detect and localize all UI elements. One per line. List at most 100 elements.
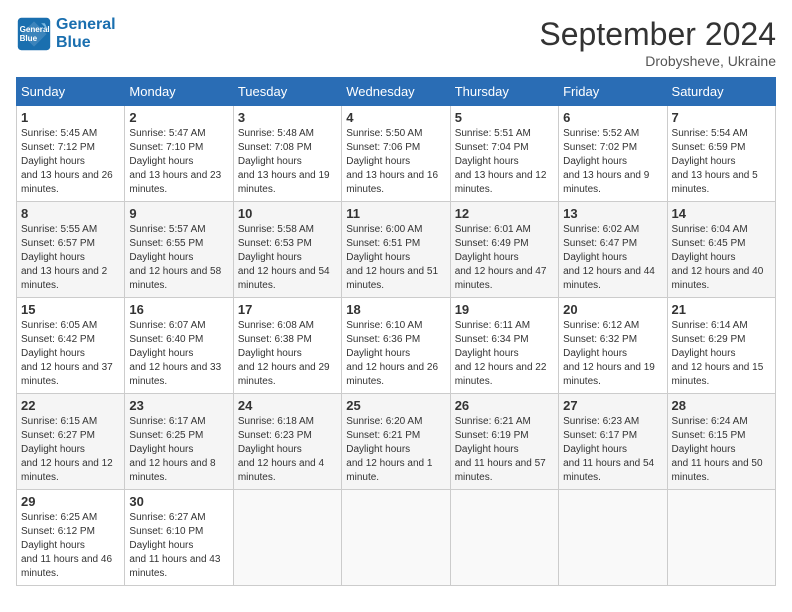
day-info: Sunrise: 6:01 AM Sunset: 6:49 PM Dayligh… bbox=[455, 223, 554, 293]
calendar-cell: 23 Sunrise: 6:17 AM Sunset: 6:25 PM Dayl… bbox=[125, 394, 233, 490]
day-info: Sunrise: 6:08 AM Sunset: 6:38 PM Dayligh… bbox=[238, 319, 337, 389]
day-number: 18 bbox=[346, 302, 445, 317]
day-info: Sunrise: 6:24 AM Sunset: 6:15 PM Dayligh… bbox=[672, 415, 771, 485]
day-info: Sunrise: 5:55 AM Sunset: 6:57 PM Dayligh… bbox=[21, 223, 120, 293]
day-info: Sunrise: 6:18 AM Sunset: 6:23 PM Dayligh… bbox=[238, 415, 337, 485]
day-number: 20 bbox=[563, 302, 662, 317]
day-number: 16 bbox=[129, 302, 228, 317]
logo-text-block: General Blue bbox=[56, 16, 116, 51]
day-info: Sunrise: 6:21 AM Sunset: 6:19 PM Dayligh… bbox=[455, 415, 554, 485]
calendar-cell: 12 Sunrise: 6:01 AM Sunset: 6:49 PM Dayl… bbox=[450, 202, 558, 298]
day-number: 26 bbox=[455, 398, 554, 413]
day-info: Sunrise: 5:47 AM Sunset: 7:10 PM Dayligh… bbox=[129, 127, 228, 197]
day-number: 19 bbox=[455, 302, 554, 317]
day-info: Sunrise: 6:23 AM Sunset: 6:17 PM Dayligh… bbox=[563, 415, 662, 485]
day-info: Sunrise: 6:11 AM Sunset: 6:34 PM Dayligh… bbox=[455, 319, 554, 389]
calendar-cell: 20 Sunrise: 6:12 AM Sunset: 6:32 PM Dayl… bbox=[559, 298, 667, 394]
calendar-cell: 13 Sunrise: 6:02 AM Sunset: 6:47 PM Dayl… bbox=[559, 202, 667, 298]
calendar-cell: 22 Sunrise: 6:15 AM Sunset: 6:27 PM Dayl… bbox=[17, 394, 125, 490]
day-number: 27 bbox=[563, 398, 662, 413]
month-title: September 2024 bbox=[539, 16, 776, 53]
calendar-cell: 16 Sunrise: 6:07 AM Sunset: 6:40 PM Dayl… bbox=[125, 298, 233, 394]
day-info: Sunrise: 5:52 AM Sunset: 7:02 PM Dayligh… bbox=[563, 127, 662, 197]
day-number: 4 bbox=[346, 110, 445, 125]
day-info: Sunrise: 6:12 AM Sunset: 6:32 PM Dayligh… bbox=[563, 319, 662, 389]
calendar-cell: 18 Sunrise: 6:10 AM Sunset: 6:36 PM Dayl… bbox=[342, 298, 450, 394]
logo-line2: Blue bbox=[56, 34, 116, 52]
calendar-cell: 10 Sunrise: 5:58 AM Sunset: 6:53 PM Dayl… bbox=[233, 202, 341, 298]
day-number: 24 bbox=[238, 398, 337, 413]
day-info: Sunrise: 6:02 AM Sunset: 6:47 PM Dayligh… bbox=[563, 223, 662, 293]
calendar-cell: 19 Sunrise: 6:11 AM Sunset: 6:34 PM Dayl… bbox=[450, 298, 558, 394]
header-friday: Friday bbox=[559, 78, 667, 106]
calendar-cell: 24 Sunrise: 6:18 AM Sunset: 6:23 PM Dayl… bbox=[233, 394, 341, 490]
day-info: Sunrise: 6:10 AM Sunset: 6:36 PM Dayligh… bbox=[346, 319, 445, 389]
header-saturday: Saturday bbox=[667, 78, 775, 106]
calendar-cell: 7 Sunrise: 5:54 AM Sunset: 6:59 PM Dayli… bbox=[667, 106, 775, 202]
day-number: 9 bbox=[129, 206, 228, 221]
title-block: September 2024 Drobysheve, Ukraine bbox=[539, 16, 776, 69]
day-number: 15 bbox=[21, 302, 120, 317]
header-tuesday: Tuesday bbox=[233, 78, 341, 106]
day-info: Sunrise: 5:50 AM Sunset: 7:06 PM Dayligh… bbox=[346, 127, 445, 197]
day-number: 17 bbox=[238, 302, 337, 317]
calendar-cell: 30 Sunrise: 6:27 AM Sunset: 6:10 PM Dayl… bbox=[125, 490, 233, 586]
day-number: 29 bbox=[21, 494, 120, 509]
day-info: Sunrise: 6:27 AM Sunset: 6:10 PM Dayligh… bbox=[129, 511, 228, 581]
day-number: 6 bbox=[563, 110, 662, 125]
day-number: 22 bbox=[21, 398, 120, 413]
calendar-cell: 4 Sunrise: 5:50 AM Sunset: 7:06 PM Dayli… bbox=[342, 106, 450, 202]
day-info: Sunrise: 6:17 AM Sunset: 6:25 PM Dayligh… bbox=[129, 415, 228, 485]
day-info: Sunrise: 6:04 AM Sunset: 6:45 PM Dayligh… bbox=[672, 223, 771, 293]
calendar-cell: 15 Sunrise: 6:05 AM Sunset: 6:42 PM Dayl… bbox=[17, 298, 125, 394]
calendar-cell: 9 Sunrise: 5:57 AM Sunset: 6:55 PM Dayli… bbox=[125, 202, 233, 298]
day-number: 28 bbox=[672, 398, 771, 413]
page-header: General Blue General Blue September 2024… bbox=[16, 16, 776, 69]
day-number: 14 bbox=[672, 206, 771, 221]
day-number: 13 bbox=[563, 206, 662, 221]
day-number: 8 bbox=[21, 206, 120, 221]
calendar-cell: 27 Sunrise: 6:23 AM Sunset: 6:17 PM Dayl… bbox=[559, 394, 667, 490]
day-info: Sunrise: 5:51 AM Sunset: 7:04 PM Dayligh… bbox=[455, 127, 554, 197]
calendar-table: Sunday Monday Tuesday Wednesday Thursday… bbox=[16, 77, 776, 586]
calendar-row-1: 1 Sunrise: 5:45 AM Sunset: 7:12 PM Dayli… bbox=[17, 106, 776, 202]
header-wednesday: Wednesday bbox=[342, 78, 450, 106]
day-number: 7 bbox=[672, 110, 771, 125]
day-info: Sunrise: 6:20 AM Sunset: 6:21 PM Dayligh… bbox=[346, 415, 445, 485]
day-info: Sunrise: 6:05 AM Sunset: 6:42 PM Dayligh… bbox=[21, 319, 120, 389]
header-thursday: Thursday bbox=[450, 78, 558, 106]
calendar-cell: 11 Sunrise: 6:00 AM Sunset: 6:51 PM Dayl… bbox=[342, 202, 450, 298]
logo: General Blue General Blue bbox=[16, 16, 116, 52]
calendar-row-2: 8 Sunrise: 5:55 AM Sunset: 6:57 PM Dayli… bbox=[17, 202, 776, 298]
calendar-row-3: 15 Sunrise: 6:05 AM Sunset: 6:42 PM Dayl… bbox=[17, 298, 776, 394]
day-number: 10 bbox=[238, 206, 337, 221]
calendar-row-5: 29 Sunrise: 6:25 AM Sunset: 6:12 PM Dayl… bbox=[17, 490, 776, 586]
day-number: 2 bbox=[129, 110, 228, 125]
calendar-row-4: 22 Sunrise: 6:15 AM Sunset: 6:27 PM Dayl… bbox=[17, 394, 776, 490]
header-monday: Monday bbox=[125, 78, 233, 106]
calendar-cell: 1 Sunrise: 5:45 AM Sunset: 7:12 PM Dayli… bbox=[17, 106, 125, 202]
calendar-cell: 2 Sunrise: 5:47 AM Sunset: 7:10 PM Dayli… bbox=[125, 106, 233, 202]
day-number: 3 bbox=[238, 110, 337, 125]
day-info: Sunrise: 6:00 AM Sunset: 6:51 PM Dayligh… bbox=[346, 223, 445, 293]
day-info: Sunrise: 6:25 AM Sunset: 6:12 PM Dayligh… bbox=[21, 511, 120, 581]
svg-text:Blue: Blue bbox=[20, 34, 38, 43]
logo-icon: General Blue bbox=[16, 16, 52, 52]
calendar-cell: 29 Sunrise: 6:25 AM Sunset: 6:12 PM Dayl… bbox=[17, 490, 125, 586]
calendar-cell: 3 Sunrise: 5:48 AM Sunset: 7:08 PM Dayli… bbox=[233, 106, 341, 202]
day-info: Sunrise: 5:45 AM Sunset: 7:12 PM Dayligh… bbox=[21, 127, 120, 197]
day-number: 11 bbox=[346, 206, 445, 221]
day-number: 1 bbox=[21, 110, 120, 125]
day-number: 5 bbox=[455, 110, 554, 125]
day-info: Sunrise: 6:07 AM Sunset: 6:40 PM Dayligh… bbox=[129, 319, 228, 389]
day-info: Sunrise: 5:58 AM Sunset: 6:53 PM Dayligh… bbox=[238, 223, 337, 293]
day-number: 23 bbox=[129, 398, 228, 413]
header-sunday: Sunday bbox=[17, 78, 125, 106]
day-info: Sunrise: 5:54 AM Sunset: 6:59 PM Dayligh… bbox=[672, 127, 771, 197]
calendar-cell: 6 Sunrise: 5:52 AM Sunset: 7:02 PM Dayli… bbox=[559, 106, 667, 202]
calendar-cell: 8 Sunrise: 5:55 AM Sunset: 6:57 PM Dayli… bbox=[17, 202, 125, 298]
calendar-cell bbox=[559, 490, 667, 586]
logo-line1: General bbox=[56, 16, 116, 34]
calendar-cell bbox=[233, 490, 341, 586]
day-info: Sunrise: 5:57 AM Sunset: 6:55 PM Dayligh… bbox=[129, 223, 228, 293]
